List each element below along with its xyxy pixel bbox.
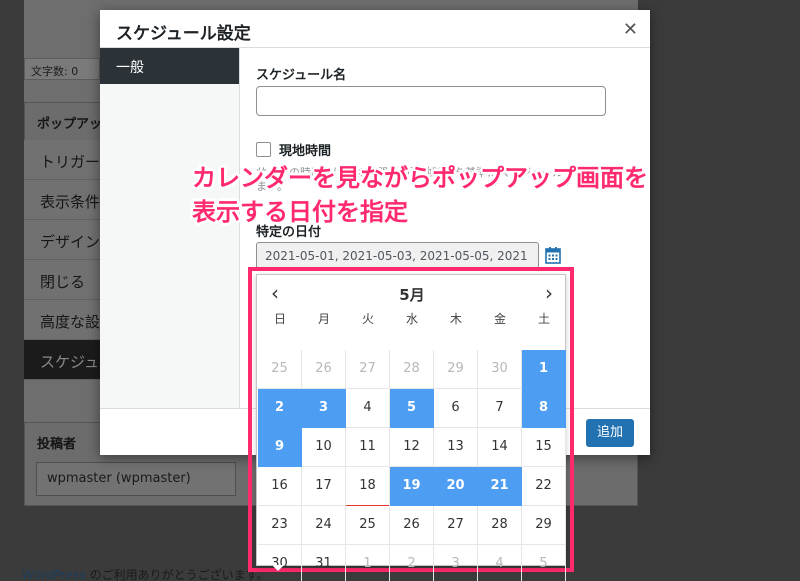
calendar-day[interactable]: 22 (522, 467, 566, 506)
tab-close[interactable]: 閉じる (24, 260, 104, 300)
modal-header: スケジュール設定 ✕ (100, 10, 650, 48)
calendar-day[interactable]: 4 (478, 545, 522, 581)
calendar-day-selected[interactable]: 5 (390, 389, 434, 428)
calendar-day-selected[interactable]: 21 (478, 467, 522, 506)
add-button[interactable]: 追加 (586, 419, 634, 447)
calendar-day-selected[interactable]: 19 (390, 467, 434, 506)
calendar-day[interactable]: 10 (302, 428, 346, 467)
calendar-day[interactable]: 23 (258, 506, 302, 545)
calendar-day-selected[interactable]: 8 (522, 389, 566, 428)
date-grid: 日月火水木金土 25 26 27 28 29 30 1 2 3 4 5 6 7 8 9 10 11 12 13 14 15… (257, 311, 567, 581)
weekday-header: 日 (273, 312, 286, 326)
date-picker-header: ‹ 5月 › (257, 275, 567, 311)
admin-footer: WordPress のご利用ありがとうございます。 (22, 566, 268, 581)
callout-line-1: カレンダーを見ながらポップアップ画面を (192, 164, 648, 192)
date-picker-pointer (272, 565, 284, 571)
calendar-day[interactable]: 24 (302, 506, 346, 545)
calendar-day-selected[interactable]: 2 (258, 389, 302, 428)
calendar-day[interactable]: 28 (390, 350, 434, 389)
date-picker: ‹ 5月 › 日月火水木金土 25 26 27 28 29 30 1 2 3 4 5 6 7 8 9 10 11 1… (256, 274, 567, 581)
tab-advanced[interactable]: 高度な設 (24, 300, 104, 340)
calendar-day-selected[interactable]: 9 (258, 428, 302, 467)
weekday-header: 金 (493, 312, 506, 326)
local-time-row: 現地時間 (256, 140, 331, 159)
calendar-day-selected[interactable]: 1 (522, 350, 566, 389)
calendar-day[interactable]: 25 (346, 506, 390, 545)
calendar-day[interactable]: 4 (346, 389, 390, 428)
weekday-header: 木 (449, 312, 462, 326)
word-count: 文字数: 0 (24, 58, 100, 80)
local-time-checkbox[interactable] (256, 142, 271, 157)
calendar-day[interactable]: 7 (478, 389, 522, 428)
tab-schedule[interactable]: スケジュ (24, 340, 104, 380)
calendar-day[interactable]: 30 (478, 350, 522, 389)
schedule-name-label: スケジュール名 (256, 68, 347, 83)
weekday-header: 月 (317, 312, 330, 326)
calendar-day[interactable]: 27 (434, 506, 478, 545)
calendar-day[interactable]: 16 (258, 467, 302, 506)
calendar-day[interactable]: 14 (478, 428, 522, 467)
calendar-day[interactable]: 13 (434, 428, 478, 467)
calendar-day-selected[interactable]: 3 (302, 389, 346, 428)
calendar-day[interactable]: 29 (434, 350, 478, 389)
wordpress-link[interactable]: WordPress (22, 568, 86, 581)
weekday-header: 水 (405, 312, 418, 326)
calendar-day-selected[interactable]: 20 (434, 467, 478, 506)
calendar-day[interactable]: 28 (478, 506, 522, 545)
tab-trigger[interactable]: トリガー (24, 140, 104, 180)
author-select[interactable]: wpmaster (wpmaster) (36, 462, 236, 496)
calendar-day[interactable]: 25 (258, 350, 302, 389)
calendar-day[interactable]: 17 (302, 467, 346, 506)
local-time-label: 現地時間 (279, 144, 332, 159)
tab-conditions[interactable]: 表示条件 (24, 180, 104, 220)
calendar-day[interactable]: 2 (390, 545, 434, 581)
calendar-day[interactable]: 27 (346, 350, 390, 389)
calendar-day[interactable]: 5 (522, 545, 566, 581)
popup-settings-tabs: トリガー 表示条件 デザイン 閉じる 高度な設 スケジュ (24, 140, 104, 380)
sidebar-item-general[interactable]: 一般 (100, 48, 239, 84)
close-icon[interactable]: ✕ (623, 19, 638, 40)
callout-line-2: 表示する日付を指定 (192, 198, 408, 226)
specific-dates-input[interactable]: 2021-05-01, 2021-05-03, 2021-05-05, 2021 (256, 242, 539, 270)
weekday-header: 土 (537, 312, 550, 326)
calendar-day[interactable]: 6 (434, 389, 478, 428)
calendar-day[interactable]: 26 (390, 506, 434, 545)
calendar-day[interactable]: 31 (302, 545, 346, 581)
calendar-day[interactable]: 1 (346, 545, 390, 581)
calendar-day[interactable]: 30 (258, 545, 302, 581)
calendar-day[interactable]: 12 (390, 428, 434, 467)
modal-title: スケジュール設定 (116, 24, 251, 44)
calendar-day-today[interactable]: 18 (346, 467, 390, 506)
calendar-icon[interactable] (545, 246, 561, 264)
calendar-day[interactable]: 26 (302, 350, 346, 389)
footer-text: のご利用ありがとうございます。 (85, 568, 269, 581)
calendar-day[interactable]: 11 (346, 428, 390, 467)
chevron-right-icon[interactable]: › (537, 281, 561, 305)
calendar-day[interactable]: 15 (522, 428, 566, 467)
calendar-day[interactable]: 3 (434, 545, 478, 581)
month-label: 5月 (399, 286, 425, 304)
weekday-header: 火 (361, 312, 374, 326)
tab-design[interactable]: デザイン (24, 220, 104, 260)
schedule-name-input[interactable] (256, 86, 606, 116)
calendar-day[interactable]: 29 (522, 506, 566, 545)
annotation-callout: カレンダーを見ながらポップアップ画面を 表示する日付を指定 (192, 161, 702, 229)
